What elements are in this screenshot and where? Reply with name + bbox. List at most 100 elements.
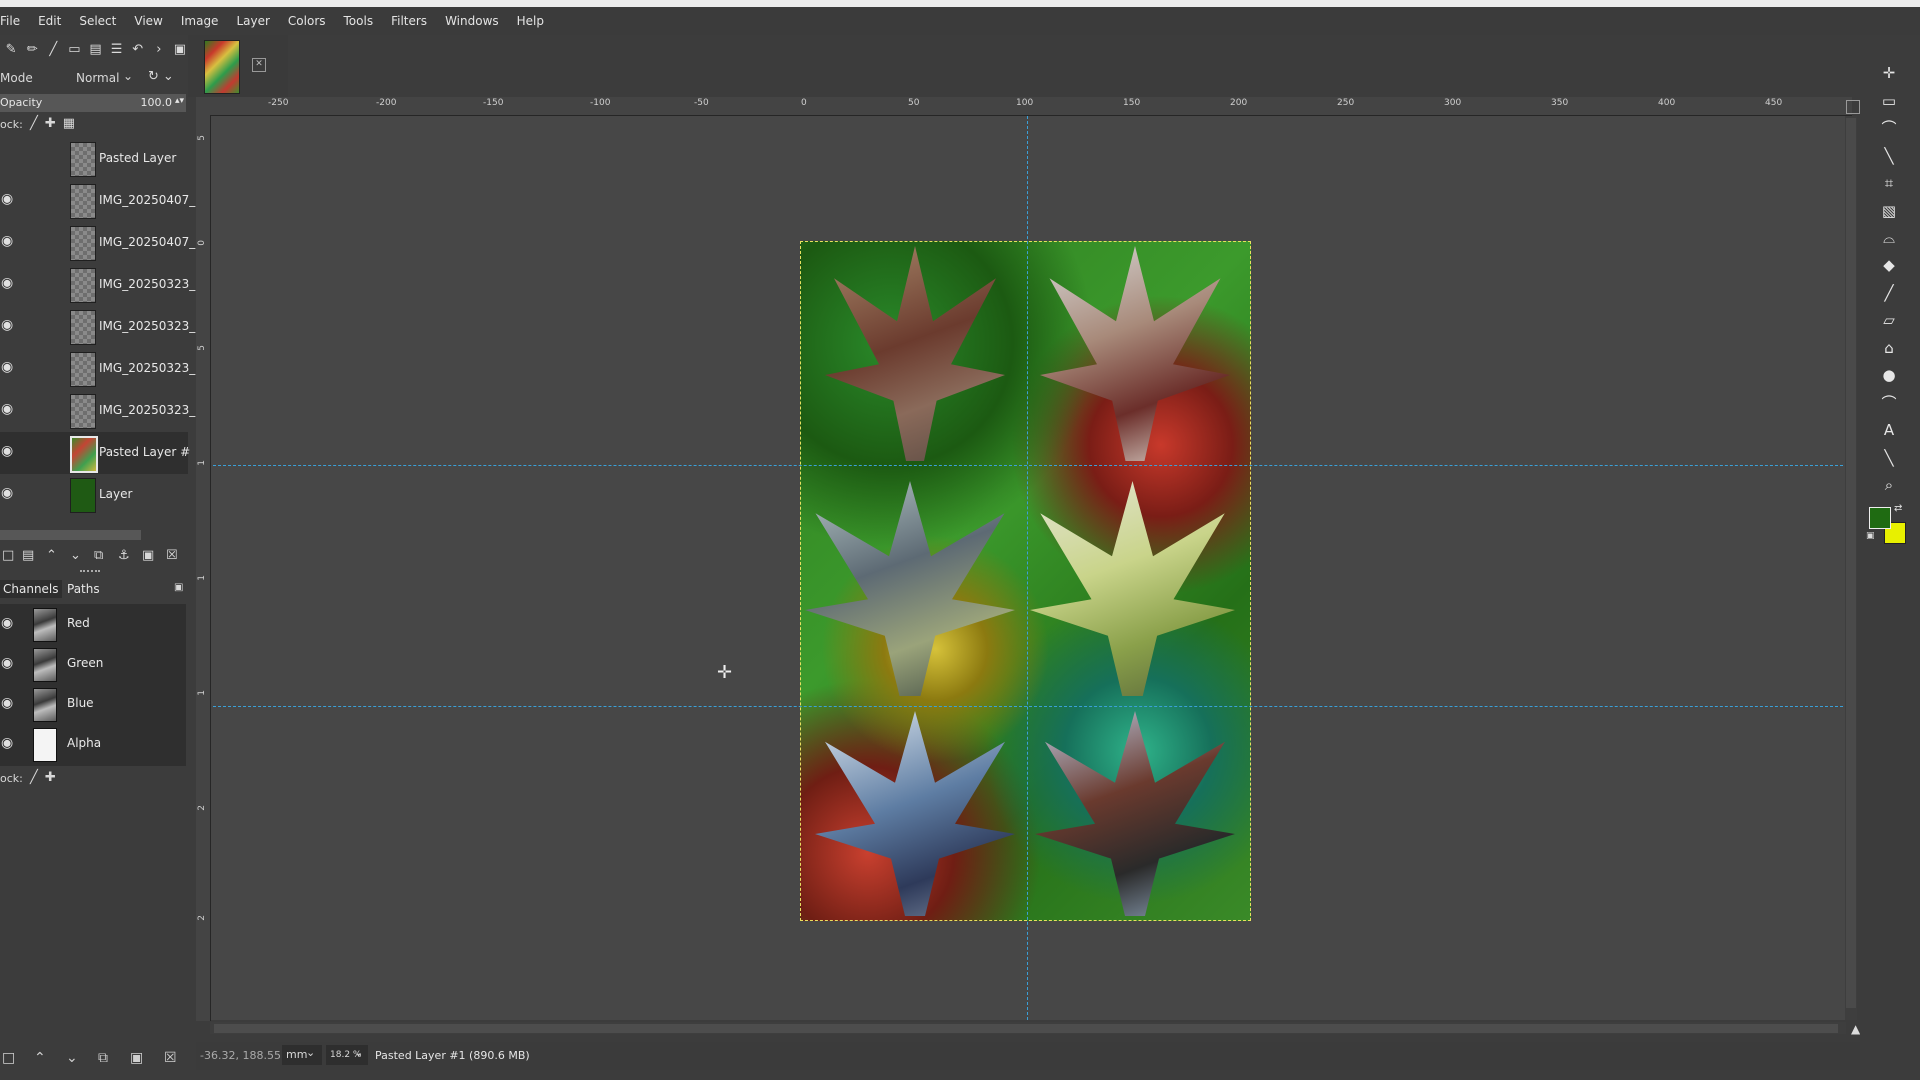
horizontal-guide[interactable] bbox=[213, 706, 1843, 707]
chevron-down-icon[interactable]: ⌄ bbox=[354, 1046, 363, 1059]
eye-icon[interactable]: ◉ bbox=[1, 655, 13, 671]
duplicate-channel-icon[interactable]: ⧉ bbox=[98, 1050, 108, 1066]
transform-icon[interactable]: ▧ bbox=[1878, 200, 1900, 222]
new-group-icon[interactable]: ▤ bbox=[22, 548, 34, 563]
menu-windows[interactable]: Windows bbox=[436, 14, 508, 28]
image-tab-thumbnail[interactable] bbox=[204, 40, 240, 94]
reset-mode-icon[interactable]: ↻⌄ bbox=[148, 69, 178, 84]
anchor-icon[interactable]: ⚓ bbox=[118, 548, 130, 563]
close-icon[interactable]: ✕ bbox=[252, 58, 266, 72]
eye-icon[interactable]: ◉ bbox=[1, 191, 17, 209]
raise-layer-icon[interactable]: ⌃ bbox=[46, 548, 57, 563]
menu-help[interactable]: Help bbox=[508, 14, 553, 28]
printer-icon[interactable]: ▤ bbox=[87, 40, 103, 58]
channel-row[interactable]: ◉ Green bbox=[0, 644, 186, 684]
text-tool-icon[interactable]: A bbox=[1878, 419, 1900, 441]
chevron-down-icon[interactable]: ⌄ bbox=[123, 69, 133, 83]
eraser-icon[interactable]: ▱ bbox=[1878, 309, 1900, 331]
tab-menu-icon[interactable]: ▣ bbox=[174, 582, 183, 593]
raise-channel-icon[interactable]: ⌃ bbox=[34, 1050, 46, 1066]
menu-layer[interactable]: Layer bbox=[227, 14, 278, 28]
eye-icon[interactable]: ◉ bbox=[1, 443, 17, 461]
lower-channel-icon[interactable]: ⌄ bbox=[66, 1050, 78, 1066]
opacity-field[interactable]: Opacity 100.0 ▴▾ bbox=[0, 94, 186, 112]
channel-row[interactable]: ◉ Alpha bbox=[0, 724, 186, 764]
zoom-icon[interactable]: ⌕ bbox=[1878, 474, 1900, 496]
new-layer-icon[interactable]: □ bbox=[2, 548, 14, 563]
channel-row[interactable]: ◉ Blue bbox=[0, 684, 186, 724]
mask-icon[interactable]: ▣ bbox=[142, 548, 154, 563]
swap-colors-icon[interactable]: ⇄ bbox=[1894, 503, 1902, 514]
menu-tools[interactable]: Tools bbox=[335, 14, 383, 28]
eye-icon[interactable]: ◉ bbox=[1, 233, 17, 251]
menu-file[interactable]: File bbox=[0, 14, 29, 28]
menu-colors[interactable]: Colors bbox=[279, 14, 335, 28]
crop-icon[interactable]: ⌗ bbox=[1878, 172, 1900, 194]
chevron-down-icon[interactable]: ⌄ bbox=[306, 1046, 315, 1059]
eye-icon[interactable]: ◉ bbox=[1, 275, 17, 293]
menu-view[interactable]: View bbox=[125, 14, 171, 28]
lock-pixels-icon[interactable]: ╱✚ bbox=[30, 770, 63, 785]
layer-row[interactable]: ◉ IMG_20250323_ bbox=[0, 306, 195, 348]
vertical-scroll-thumb[interactable] bbox=[1846, 118, 1856, 1008]
horizontal-ruler[interactable]: -250 -200 -150 -100 -50 0 50 100 150 200… bbox=[196, 97, 1852, 116]
layer-row[interactable]: Pasted Layer bbox=[0, 138, 188, 180]
move-tool-icon[interactable]: ✛ bbox=[1878, 62, 1900, 84]
monitor-icon[interactable]: ▭ bbox=[66, 40, 82, 58]
unit-select[interactable]: mm bbox=[282, 1045, 322, 1065]
layer-row[interactable]: ◉ IMG_20250323_ bbox=[0, 348, 195, 390]
delete-layer-icon[interactable]: ☒ bbox=[166, 548, 178, 563]
opacity-value[interactable]: 100.0 bbox=[141, 96, 173, 109]
paths-icon[interactable]: ⌒ bbox=[1878, 392, 1900, 414]
delete-channel-icon[interactable]: ☒ bbox=[164, 1050, 177, 1066]
spinner-icon[interactable]: ▴▾ bbox=[175, 96, 184, 106]
tab-paths[interactable]: Paths bbox=[64, 580, 103, 598]
ruler-corner[interactable] bbox=[196, 97, 210, 115]
lower-layer-icon[interactable]: ⌄ bbox=[70, 548, 81, 563]
undo-icon[interactable]: ↶ bbox=[130, 40, 146, 58]
new-channel-icon[interactable]: □ bbox=[2, 1050, 15, 1066]
rect-select-icon[interactable]: ▭ bbox=[1878, 90, 1900, 112]
layer-row-active[interactable]: ◉ Pasted Layer # bbox=[0, 432, 190, 474]
clone-icon[interactable]: ⌂ bbox=[1878, 337, 1900, 359]
zoom-fit-icon[interactable] bbox=[1846, 100, 1860, 114]
layer-row[interactable]: ◉ Layer bbox=[0, 474, 188, 516]
eye-icon[interactable]: ◉ bbox=[1, 735, 13, 751]
eye-icon[interactable]: ◉ bbox=[1, 317, 17, 335]
vertical-guide[interactable] bbox=[1027, 116, 1028, 1020]
menu-filters[interactable]: Filters bbox=[382, 14, 436, 28]
layer-row[interactable]: ◉ IMG_20250323_ bbox=[0, 390, 195, 432]
dock-grip[interactable] bbox=[80, 570, 100, 576]
foreground-color-swatch[interactable] bbox=[1869, 507, 1891, 529]
lock-pixels-icon[interactable]: ╱✚▦ bbox=[30, 116, 82, 131]
layer-row[interactable]: ◉ IMG_20250407_ bbox=[0, 222, 195, 264]
eye-icon[interactable]: ◉ bbox=[1, 401, 17, 419]
vertical-ruler[interactable]: 5 0 5 1 1 1 2 2 bbox=[196, 115, 211, 1021]
menu-select[interactable]: Select bbox=[70, 14, 125, 28]
smudge-icon[interactable]: ● bbox=[1878, 364, 1900, 386]
dock-menu-icon[interactable]: ▣ bbox=[172, 40, 188, 58]
eye-icon[interactable]: ◉ bbox=[1, 359, 17, 377]
eye-icon[interactable]: ◉ bbox=[1, 615, 13, 631]
chevron-right-icon[interactable]: › bbox=[151, 40, 167, 58]
color-picker-icon[interactable]: ╲ bbox=[1878, 447, 1900, 469]
mode-select[interactable]: Normal bbox=[76, 71, 119, 85]
pencil-icon[interactable]: ✏ bbox=[24, 40, 40, 58]
eye-icon[interactable]: ◉ bbox=[1, 695, 13, 711]
eye-icon[interactable]: ◉ bbox=[1, 485, 17, 503]
channel-row[interactable]: ◉ Red bbox=[0, 604, 186, 644]
layer-row[interactable]: ◉ IMG_20250407_ bbox=[0, 180, 195, 222]
fuzzy-select-icon[interactable]: ╲ bbox=[1878, 145, 1900, 167]
bucket-fill-icon[interactable]: ◆ bbox=[1878, 254, 1900, 276]
menu-edit[interactable]: Edit bbox=[29, 14, 70, 28]
tab-channels[interactable]: Channels bbox=[0, 580, 62, 598]
layer-row[interactable]: ◉ IMG_20250323_ bbox=[0, 264, 195, 306]
horizontal-scroll-thumb[interactable] bbox=[214, 1024, 1838, 1033]
menu-image[interactable]: Image bbox=[172, 14, 228, 28]
horizontal-guide[interactable] bbox=[213, 465, 1843, 466]
default-colors-icon[interactable]: ▣ bbox=[1866, 531, 1875, 541]
paintbrush-icon[interactable]: ╱ bbox=[1878, 282, 1900, 304]
duplicate-layer-icon[interactable]: ⧉ bbox=[94, 548, 103, 563]
lasso-icon[interactable]: ⌒ bbox=[1878, 117, 1900, 139]
list-icon[interactable]: ☰ bbox=[109, 40, 125, 58]
